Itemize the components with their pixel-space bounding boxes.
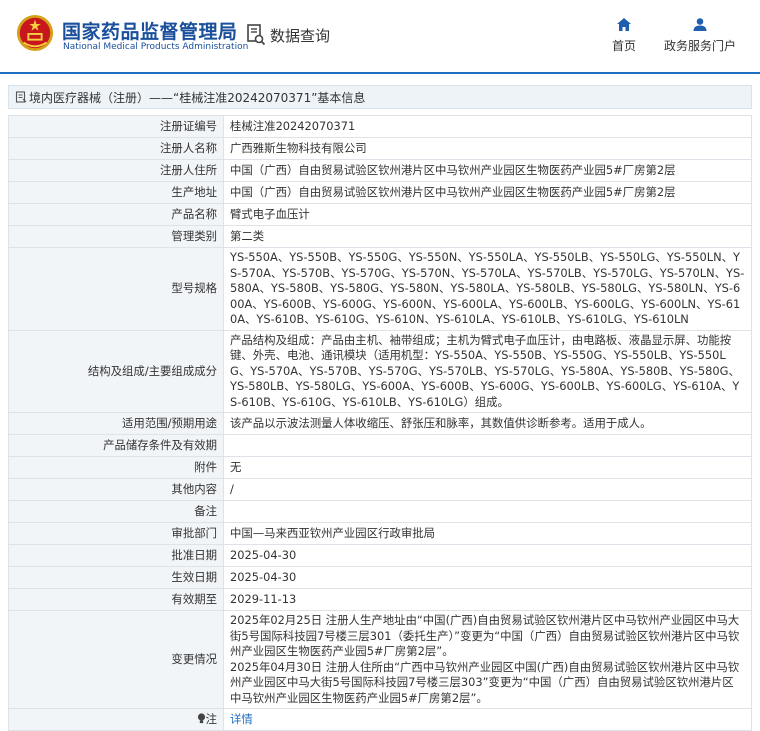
field-value: 2025年02月25日 注册人生产地址由“中国(广西)自由贸易试验区钦州港片区中… bbox=[223, 610, 752, 709]
field-label: 审批部门 bbox=[8, 522, 224, 545]
field-value: 产品结构及组成：产品由主机、袖带组成；主机为臂式电子血压计，由电路板、液晶显示屏… bbox=[223, 329, 752, 413]
lightbulb-icon bbox=[197, 713, 205, 723]
details-link[interactable]: 详情 bbox=[230, 712, 253, 726]
field-label: 管理类别 bbox=[8, 225, 224, 248]
table-row: 注册证编号 桂械注准20242070371 bbox=[8, 115, 752, 138]
field-label: 型号规格 bbox=[8, 247, 224, 331]
site-title-cn[interactable]: 国家药品监督管理局 bbox=[62, 17, 238, 44]
home-icon bbox=[617, 18, 631, 31]
field-value: 无 bbox=[223, 456, 752, 479]
table-row: 审批部门 中国—马来西亚钦州产业园区行政审批局 bbox=[8, 522, 752, 545]
page-title-bar: 境内医疗器械（注册）——“桂械注准20242070371”基本信息 bbox=[8, 85, 752, 109]
field-value: 中国（广西）自由贸易试验区钦州港片区中马钦州产业园区生物医药产业园5#厂房第2层 bbox=[223, 159, 752, 182]
nav-home-link[interactable]: 首页 bbox=[609, 18, 639, 54]
table-row: 附件 无 bbox=[8, 456, 752, 479]
page-title: 境内医疗器械（注册）——“桂械注准20242070371”基本信息 bbox=[29, 90, 366, 105]
field-label: 生效日期 bbox=[8, 566, 224, 589]
field-label: 适用范围/预期用途 bbox=[8, 412, 224, 435]
main-content: 境内医疗器械（注册）——“桂械注准20242070371”基本信息 注册证编号 … bbox=[0, 74, 760, 731]
field-label: 结构及组成/主要组成成分 bbox=[8, 329, 224, 413]
table-row: 变更情况 2025年02月25日 注册人生产地址由“中国(广西)自由贸易试验区钦… bbox=[8, 610, 752, 709]
table-row: 适用范围/预期用途 该产品以示波法测量人体收缩压、舒张压和脉率，其数值供诊断参考… bbox=[8, 412, 752, 435]
note-value-cell: 详情 bbox=[223, 708, 752, 731]
national-emblem-icon[interactable] bbox=[16, 14, 54, 52]
site-header: 国家药品监督管理局 National Medical Products Admi… bbox=[0, 0, 760, 74]
table-row: 批准日期 2025-04-30 bbox=[8, 544, 752, 567]
field-label: 批准日期 bbox=[8, 544, 224, 567]
field-label: 有效期至 bbox=[8, 588, 224, 611]
field-value: 2025-04-30 bbox=[223, 544, 752, 567]
table-row: 生产地址 中国（广西）自由贸易试验区钦州港片区中马钦州产业园区生物医药产业园5#… bbox=[8, 181, 752, 204]
field-label: 注册人住所 bbox=[8, 159, 224, 182]
field-label: 注册人名称 bbox=[8, 137, 224, 160]
field-value: 中国—马来西亚钦州产业园区行政审批局 bbox=[223, 522, 752, 545]
field-value: 2029-11-13 bbox=[223, 588, 752, 611]
field-value: YS-550A、YS-550B、YS-550G、YS-550N、YS-550LA… bbox=[223, 247, 752, 331]
field-label: 备注 bbox=[8, 500, 224, 523]
table-row: 注册人住所 中国（广西）自由贸易试验区钦州港片区中马钦州产业园区生物医药产业园5… bbox=[8, 159, 752, 182]
field-label: 附件 bbox=[8, 456, 224, 479]
table-row: 其他内容 / bbox=[8, 478, 752, 501]
document-search-icon bbox=[247, 24, 266, 46]
nav-portal-label: 政务服务门户 bbox=[663, 39, 736, 53]
data-query-label: 数据查询 bbox=[270, 26, 331, 45]
table-row: 注册人名称 广西雅斯生物科技有限公司 bbox=[8, 137, 752, 160]
table-row: 备注 bbox=[8, 500, 752, 523]
site-title-en[interactable]: National Medical Products Administration bbox=[63, 42, 248, 52]
table-row: 结构及组成/主要组成成分 产品结构及组成：产品由主机、袖带组成；主机为臂式电子血… bbox=[8, 329, 752, 413]
table-row: 型号规格 YS-550A、YS-550B、YS-550G、YS-550N、YS-… bbox=[8, 247, 752, 331]
table-row: 管理类别 第二类 bbox=[8, 225, 752, 248]
nav-portal-link[interactable]: 政务服务门户 bbox=[660, 18, 740, 54]
field-value bbox=[223, 434, 752, 457]
document-icon bbox=[15, 91, 27, 103]
table-row: 产品储存条件及有效期 bbox=[8, 434, 752, 457]
field-value: 第二类 bbox=[223, 225, 752, 248]
field-value: 中国（广西）自由贸易试验区钦州港片区中马钦州产业园区生物医药产业园5#厂房第2层 bbox=[223, 181, 752, 204]
field-value: 臂式电子血压计 bbox=[223, 203, 752, 226]
record-table: 注册证编号 桂械注准20242070371 注册人名称 广西雅斯生物科技有限公司… bbox=[8, 115, 752, 731]
table-row: 产品名称 臂式电子血压计 bbox=[8, 203, 752, 226]
field-value: / bbox=[223, 478, 752, 501]
field-label: 变更情况 bbox=[8, 610, 224, 709]
note-label: 注 bbox=[205, 711, 217, 726]
field-value: 2025-04-30 bbox=[223, 566, 752, 589]
field-label: 产品名称 bbox=[8, 203, 224, 226]
table-row: 有效期至 2029-11-13 bbox=[8, 588, 752, 611]
field-label: 生产地址 bbox=[8, 181, 224, 204]
nav-home-label: 首页 bbox=[611, 39, 636, 53]
field-value bbox=[223, 500, 752, 523]
field-value: 该产品以示波法测量人体收缩压、舒张压和脉率，其数值供诊断参考。适用于成人。 bbox=[223, 412, 752, 435]
field-label: 产品储存条件及有效期 bbox=[8, 434, 224, 457]
table-row: 生效日期 2025-04-30 bbox=[8, 566, 752, 589]
field-value: 桂械注准20242070371 bbox=[223, 115, 752, 138]
note-label-cell: 注 bbox=[8, 708, 224, 731]
field-value: 广西雅斯生物科技有限公司 bbox=[223, 137, 752, 160]
field-label: 其他内容 bbox=[8, 478, 224, 501]
user-icon bbox=[693, 18, 707, 31]
table-row: 注 详情 bbox=[8, 708, 752, 731]
field-label: 注册证编号 bbox=[8, 115, 224, 138]
data-query-nav[interactable]: 数据查询 bbox=[246, 24, 330, 46]
